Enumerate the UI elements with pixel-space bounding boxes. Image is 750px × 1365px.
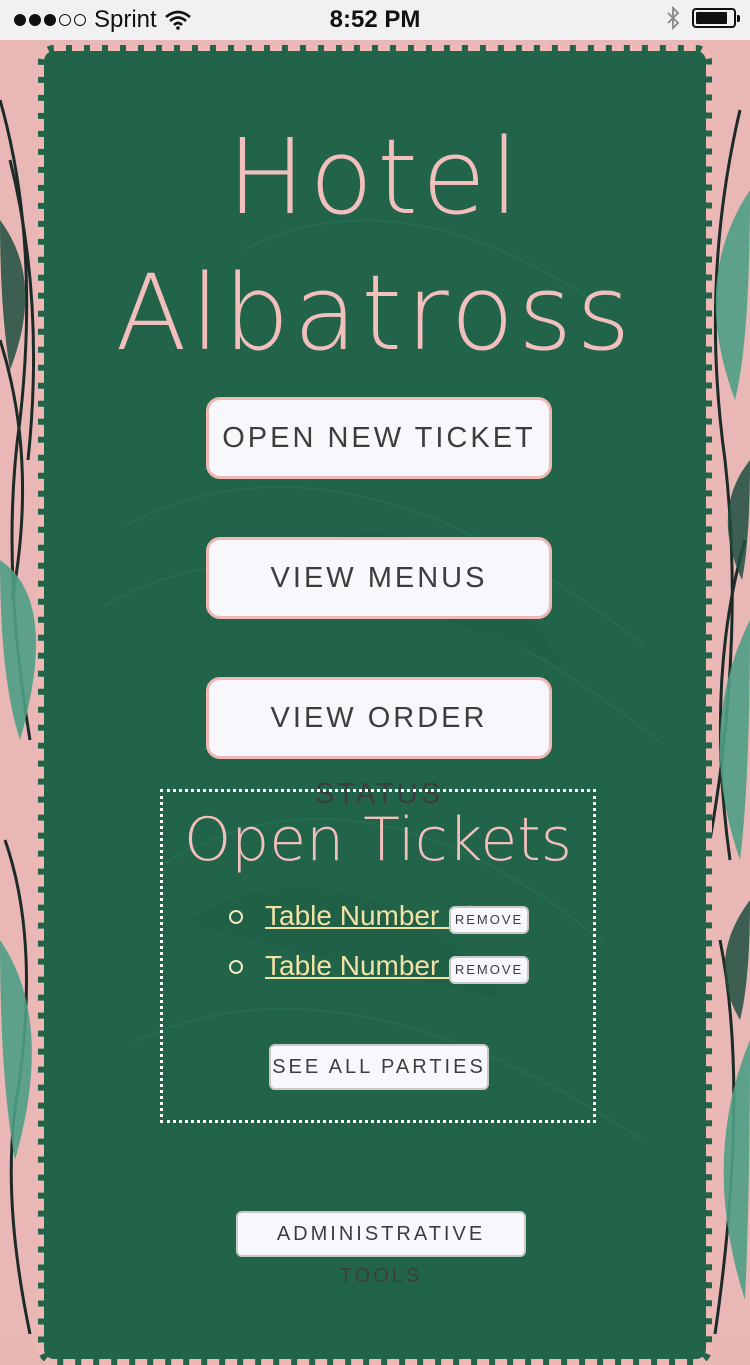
bullet-icon xyxy=(229,910,243,924)
list-item: Table Number 11 REMOVE xyxy=(163,946,593,986)
list-item: Table Number 10 REMOVE xyxy=(163,896,593,936)
remove-ticket-button[interactable]: REMOVE xyxy=(449,906,529,934)
bullet-icon xyxy=(229,960,243,974)
main-card: Hotel Albatross OPEN NEW TICKET VIEW MEN… xyxy=(38,45,712,1365)
remove-ticket-button[interactable]: REMOVE xyxy=(449,956,529,984)
status-time: 8:52 PM xyxy=(329,6,421,33)
hotel-title-line2: Albatross xyxy=(115,252,635,374)
ticket-link-table-10[interactable]: Table Number 10 xyxy=(265,896,478,936)
view-order-status-button[interactable]: VIEW ORDER STATUS xyxy=(206,677,552,810)
open-new-ticket-button[interactable]: OPEN NEW TICKET xyxy=(206,397,552,479)
hotel-title-line1: Hotel xyxy=(227,116,523,238)
open-tickets-heading: Open Tickets xyxy=(183,805,573,875)
status-right xyxy=(666,6,740,30)
administrative-tools-button[interactable]: ADMINISTRATIVE TOOLS xyxy=(236,1211,526,1287)
ticket-link-table-11[interactable]: Table Number 11 xyxy=(265,946,476,986)
view-menus-button[interactable]: VIEW MENUS xyxy=(206,537,552,619)
open-tickets-panel: Open Tickets Table Number 10 REMOVE Tabl… xyxy=(160,789,596,1123)
see-all-parties-button[interactable]: SEE ALL PARTIES xyxy=(269,1044,489,1090)
battery-icon xyxy=(692,8,740,28)
status-bar: Sprint 8:52 PM xyxy=(0,0,750,40)
bluetooth-icon xyxy=(667,6,680,30)
